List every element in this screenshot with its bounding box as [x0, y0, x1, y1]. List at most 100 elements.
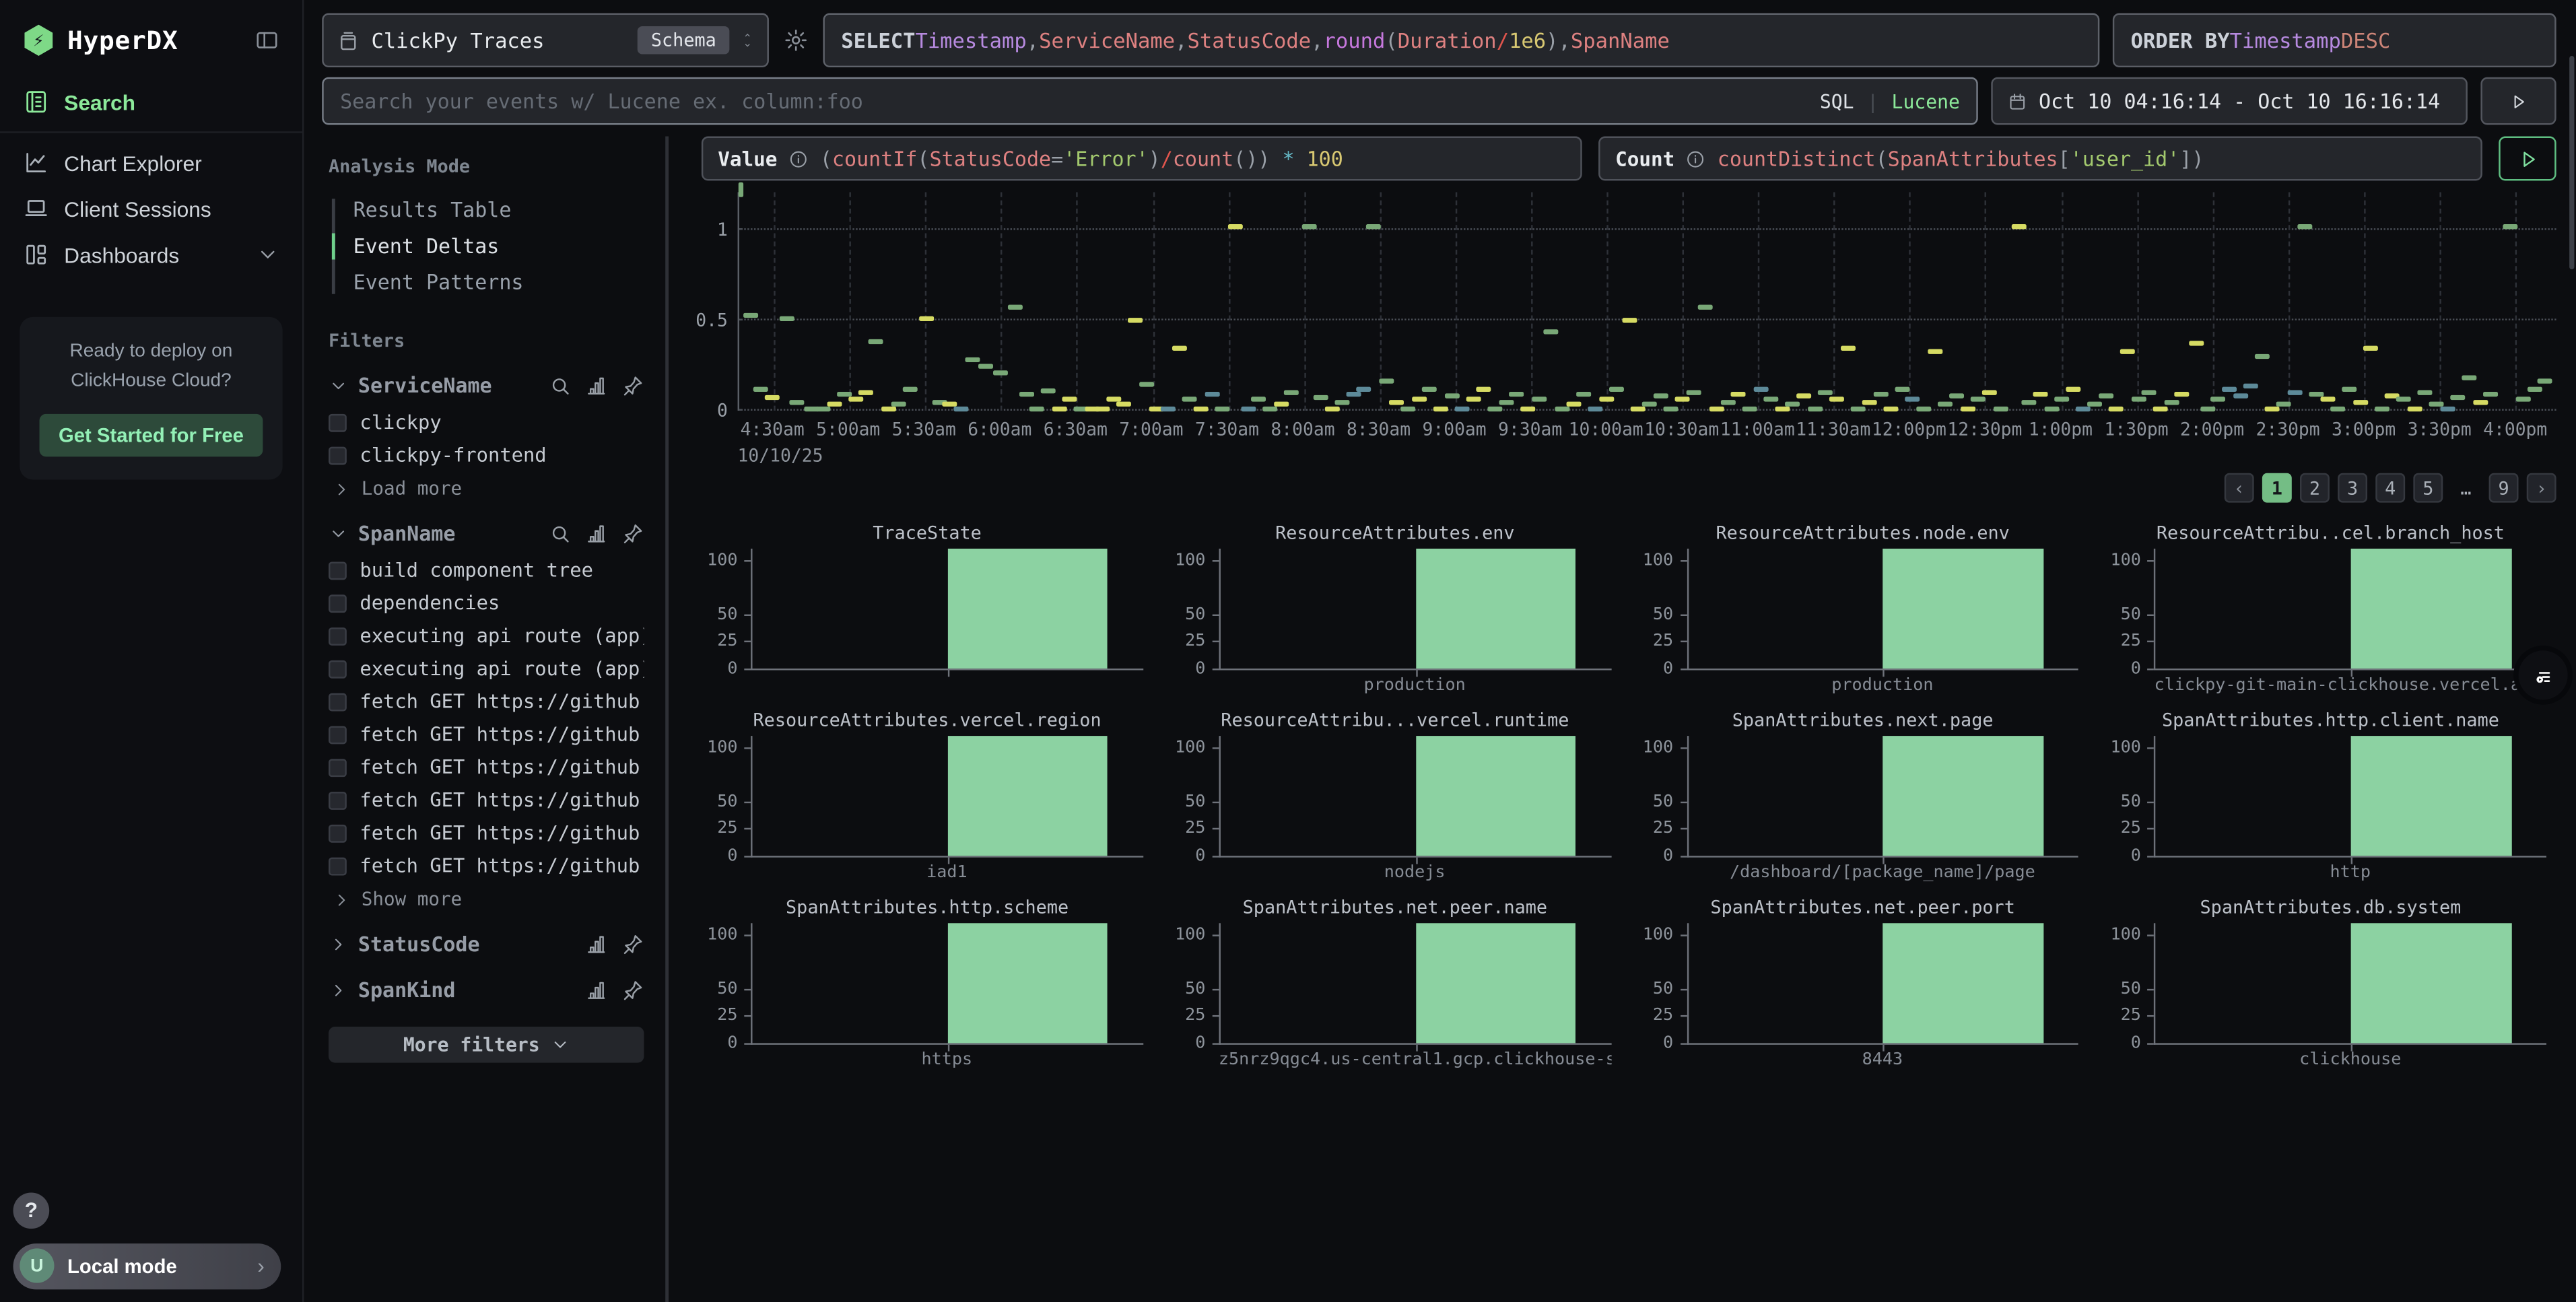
filter-group-servicename[interactable]: ServiceName	[329, 374, 644, 397]
checkbox[interactable]	[329, 561, 347, 579]
checkbox[interactable]	[329, 791, 347, 809]
quick-actions-fab[interactable]	[2519, 650, 2568, 699]
checkbox[interactable]	[329, 692, 347, 710]
mode-sql-toggle[interactable]: SQL	[1820, 90, 1854, 112]
data-point	[1499, 399, 1514, 404]
data-point	[1731, 392, 1746, 397]
checkbox[interactable]	[329, 413, 347, 432]
filter-option[interactable]: build component tree	[329, 553, 644, 586]
get-started-button[interactable]: Get Started for Free	[40, 413, 263, 456]
pin-icon[interactable]	[621, 979, 644, 1002]
more-filters-button[interactable]: More filters	[329, 1027, 644, 1063]
sidebar-item-chart-explorer[interactable]: Chart Explorer	[0, 139, 302, 185]
filter-option[interactable]: executing api route (app)…	[329, 652, 644, 685]
gear-icon[interactable]	[784, 28, 809, 53]
y-axis-tick-label: 50	[1653, 792, 1673, 811]
filter-option[interactable]: fetch GET https://github.…	[329, 685, 644, 718]
filter-option[interactable]: clickpy	[329, 406, 644, 439]
checkbox[interactable]	[329, 725, 347, 743]
order-by-input[interactable]: ORDER BY Timestamp DESC	[2113, 13, 2556, 68]
schema-badge[interactable]: Schema	[638, 26, 729, 54]
x-axis-tick	[1883, 671, 1885, 677]
live-tail-button[interactable]	[2480, 77, 2556, 125]
pin-icon[interactable]	[621, 933, 644, 956]
promo-text: Ready to deploy on ClickHouse Cloud?	[40, 339, 263, 397]
pagination-next[interactable]: ›	[2527, 473, 2556, 503]
data-point	[1241, 407, 1256, 411]
attribute-chart: SpanAttributes.http.client.name02550100h…	[2105, 710, 2556, 884]
data-point	[2342, 386, 2357, 391]
search-input[interactable]: Search your events w/ Lucene ex. column:…	[322, 77, 1978, 125]
data-point	[1753, 386, 1768, 391]
histogram-icon[interactable]	[585, 374, 608, 397]
x-axis-tick	[2351, 671, 2352, 677]
filter-option[interactable]: clickpy-frontend	[329, 438, 644, 471]
filter-option[interactable]: fetch GET https://github.…	[329, 718, 644, 751]
data-point	[1215, 407, 1230, 411]
data-point	[1699, 305, 1714, 310]
x-axis-tick	[1415, 858, 1417, 864]
pagination-page-1[interactable]: 1	[2262, 473, 2292, 503]
data-point	[1252, 397, 1266, 402]
sql-select-input[interactable]: SELECT Timestamp, ServiceName, StatusCod…	[823, 13, 2099, 68]
filter-option-label: build component tree	[360, 559, 593, 582]
pagination-page-5[interactable]: 5	[2413, 473, 2443, 503]
run-query-button[interactable]	[2499, 137, 2556, 181]
pagination-page-4[interactable]: 4	[2375, 473, 2405, 503]
help-button[interactable]: ?	[13, 1192, 50, 1228]
pagination-page-2[interactable]: 2	[2300, 473, 2330, 503]
source-select[interactable]: ClickPy Traces Schema	[322, 13, 769, 68]
analysis-mode-event-deltas[interactable]: Event Deltas	[332, 228, 644, 265]
scrollbar-thumb[interactable]	[2569, 56, 2574, 269]
sidebar-item-dashboards[interactable]: Dashboards	[0, 232, 302, 277]
footer-label: Show more	[362, 889, 462, 910]
analysis-mode-event-patterns[interactable]: Event Patterns	[332, 265, 644, 301]
filter-option[interactable]: executing api route (app)…	[329, 619, 644, 652]
mode-lucene-toggle[interactable]: Lucene	[1892, 90, 1960, 112]
x-axis-tick-label: 11:00am	[1720, 419, 1795, 440]
filter-group-spankind[interactable]: SpanKind	[329, 979, 644, 1002]
date-range-picker[interactable]: Oct 10 04:16:14 - Oct 10 16:16:14	[1991, 77, 2468, 125]
data-point	[1544, 329, 1559, 333]
filter-option[interactable]: fetch GET https://github.…	[329, 849, 644, 882]
y-axis-tick-label: 50	[1185, 604, 1205, 623]
pagination-prev[interactable]: ‹	[2225, 473, 2254, 503]
histogram-icon[interactable]	[585, 933, 608, 956]
pagination-page-3[interactable]: 3	[2338, 473, 2367, 503]
histogram-icon[interactable]	[585, 522, 608, 545]
attribute-chart: SpanAttributes.net.peer.name02550100z5nr…	[1170, 897, 1621, 1071]
pin-icon[interactable]	[621, 522, 644, 545]
checkbox[interactable]	[329, 660, 347, 678]
search-icon[interactable]	[549, 374, 572, 397]
y-axis-tick-label: 100	[1175, 549, 1205, 569]
pin-icon[interactable]	[621, 374, 644, 397]
histogram-icon[interactable]	[585, 979, 608, 1002]
checkbox[interactable]	[329, 824, 347, 842]
filter-option[interactable]: fetch GET https://github.…	[329, 817, 644, 850]
filter-group-statuscode[interactable]: StatusCode	[329, 933, 644, 956]
filter-group-spanname[interactable]: SpanName	[329, 522, 644, 545]
checkbox[interactable]	[329, 594, 347, 612]
local-mode-pill[interactable]: U Local mode ›	[13, 1243, 281, 1289]
x-axis-tick-label: 5:00am	[816, 419, 880, 440]
checkbox[interactable]	[329, 446, 347, 464]
checkbox[interactable]	[329, 856, 347, 875]
filter-show-more[interactable]: Show more	[329, 882, 644, 910]
filter-option[interactable]: fetch GET https://github.…	[329, 784, 644, 817]
filter-group-name: SpanKind	[358, 979, 456, 1002]
checkbox[interactable]	[329, 758, 347, 776]
attribute-chart-x-label: production	[1219, 675, 1611, 697]
sidebar-collapse-icon[interactable]	[255, 28, 279, 53]
sidebar-item-search[interactable]: Search	[0, 79, 302, 125]
analysis-mode-results-table[interactable]: Results Table	[332, 192, 644, 228]
filter-option[interactable]: dependencies	[329, 586, 644, 619]
search-icon[interactable]	[549, 522, 572, 545]
filter-load-more[interactable]: Load more	[329, 471, 644, 499]
filter-option[interactable]: fetch GET https://github.…	[329, 751, 644, 784]
count-expression-input[interactable]: Count countDistinct(SpanAttributes['user…	[1599, 137, 2482, 181]
value-expression-input[interactable]: Value (countIf(StatusCode='Error')/count…	[702, 137, 1582, 181]
sidebar-item-client-sessions[interactable]: Client Sessions	[0, 186, 302, 232]
data-point	[2087, 401, 2102, 406]
pagination-page-9[interactable]: 9	[2489, 473, 2519, 503]
checkbox[interactable]	[329, 627, 347, 645]
